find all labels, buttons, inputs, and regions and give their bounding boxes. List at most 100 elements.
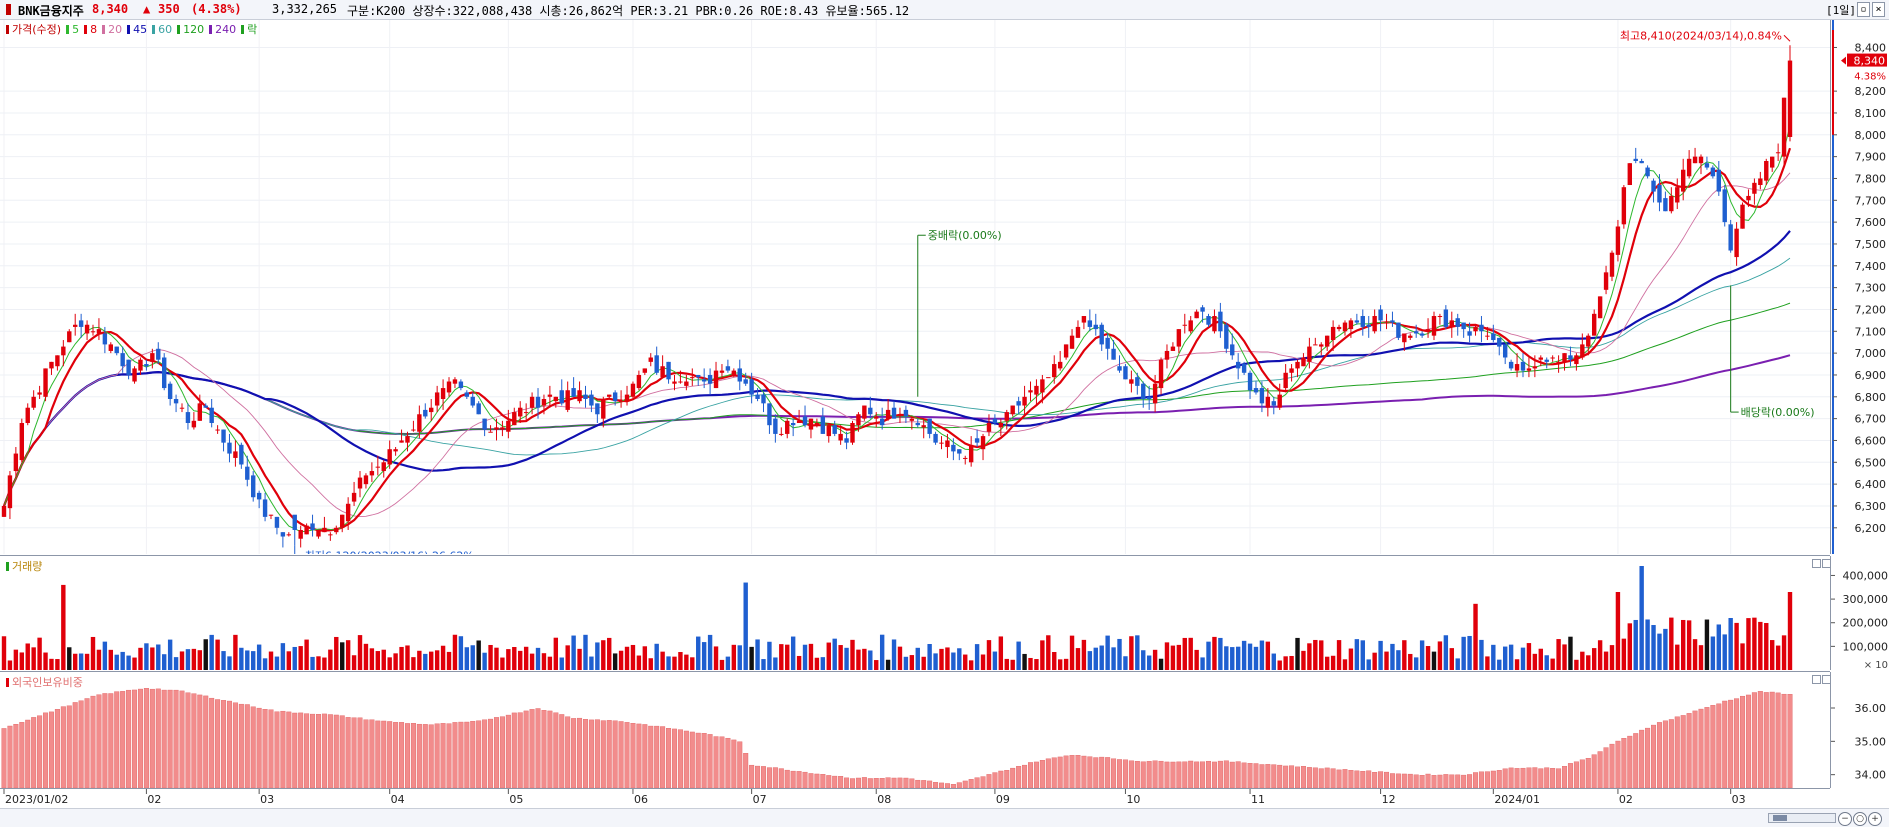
legend-item[interactable]: 가격(수정) <box>6 23 61 36</box>
chart-scrollbar[interactable] <box>1768 813 1836 823</box>
legend-marker <box>6 25 9 34</box>
zoom-in-icon[interactable]: + <box>1868 812 1882 826</box>
candle-body <box>1105 337 1110 349</box>
foreign-ownership-bar <box>1662 720 1668 788</box>
volume-bar <box>1123 656 1128 670</box>
volume-chart[interactable] <box>0 556 1830 670</box>
foreign-pane-buttons[interactable] <box>1811 674 1831 684</box>
volume-bar <box>351 655 357 670</box>
volume-bar <box>316 656 321 670</box>
legend-item[interactable]: 60 <box>152 23 172 36</box>
volume-bar <box>968 660 974 670</box>
last-price-pointer-icon <box>1841 56 1846 65</box>
volume-bar <box>268 651 274 670</box>
date-tick-label: 05 <box>509 793 523 806</box>
candle-body <box>1354 320 1360 323</box>
zoom-reset-icon[interactable]: ○ <box>1853 812 1867 826</box>
foreign-ownership-bar <box>221 700 227 788</box>
legend-item[interactable]: 120 <box>177 23 204 36</box>
pane-max-icon[interactable] <box>1812 559 1821 568</box>
foreign-ownership-bar <box>820 774 826 788</box>
zoom-out-icon[interactable]: − <box>1838 812 1852 826</box>
candle-body <box>1615 226 1621 255</box>
legend-item[interactable]: 45 <box>127 23 147 36</box>
stock-name[interactable]: BNK금융지주 <box>18 2 84 19</box>
candle-body <box>862 405 867 419</box>
legend-item[interactable]: 20 <box>102 23 122 36</box>
foreign-ownership-bar <box>1354 770 1360 788</box>
foreign-ownership-bar <box>72 702 78 788</box>
restore-icon[interactable]: ▫ <box>1857 2 1870 17</box>
foreign-ownership-bar <box>1413 774 1419 788</box>
volume-bar <box>162 654 167 670</box>
foreign-ownership-bar <box>1140 761 1146 788</box>
volume-bar <box>1562 644 1567 670</box>
candle-body <box>440 388 446 399</box>
foreign-axis-labels: 34.00 35.00 36.00 <box>1831 702 1886 782</box>
volume-bar <box>1716 624 1721 670</box>
candle-body <box>802 416 808 426</box>
period-selector[interactable]: [1일] <box>1826 2 1856 18</box>
foreign-ownership-bar <box>1176 761 1182 788</box>
foreign-pane[interactable]: 외국인보유비중 <box>0 672 1831 788</box>
volume-legend-marker <box>6 562 9 571</box>
volume-bar <box>1396 650 1401 670</box>
volume-unit-label: × 10 <box>1864 660 1888 670</box>
volume-bar <box>132 657 137 670</box>
legend-item[interactable]: 240 <box>209 23 236 36</box>
foreign-ownership-bar <box>488 718 494 788</box>
candle-body <box>1277 394 1282 408</box>
foreign-ownership-bar <box>921 780 927 788</box>
candle-body <box>1497 337 1502 347</box>
foreign-ownership-bar <box>1520 767 1526 788</box>
price-chart[interactable]: 최고8,410(2024/03/14),0.84% 최저6,120(2023/03… <box>0 20 1830 554</box>
volume-bar <box>13 649 19 670</box>
foreign-ownership-bar <box>1490 770 1496 788</box>
volume-bar <box>1277 660 1282 670</box>
foreign-ownership-bar <box>215 699 221 788</box>
legend-item[interactable]: 8 <box>84 23 97 36</box>
candle-body <box>565 390 570 410</box>
volume-bar <box>1319 640 1324 670</box>
volume-bar <box>494 647 499 670</box>
scroll-thumb[interactable] <box>1773 815 1787 821</box>
price-tick-label: 7,700 <box>1855 194 1887 207</box>
volume-value: 3,332,265 <box>272 2 338 16</box>
volume-pane-buttons[interactable] <box>1811 558 1831 568</box>
foreign-ownership-bar <box>1627 735 1633 788</box>
price-pane[interactable]: 최고8,410(2024/03/14),0.84% 최저6,120(2023/03… <box>0 20 1830 554</box>
legend-item[interactable]: 5 <box>66 23 79 36</box>
pane-max-icon[interactable] <box>1812 675 1821 684</box>
candle-body <box>1532 366 1538 369</box>
foreign-ownership-bar <box>1152 760 1158 788</box>
volume-bar <box>1384 651 1389 670</box>
foreign-ownership-bar <box>7 725 13 788</box>
close-icon[interactable]: × <box>1872 2 1885 17</box>
volume-tick-label: 100,000 <box>1843 640 1889 653</box>
foreign-ownership-chart[interactable] <box>0 672 1830 788</box>
volume-bar <box>1591 648 1597 670</box>
candle-body <box>553 396 559 402</box>
legend-item[interactable]: 락 <box>241 23 257 36</box>
volume-bar <box>470 645 475 670</box>
foreign-ownership-bar <box>238 703 244 788</box>
candle-body <box>1384 322 1389 324</box>
price-tick-label: 7,300 <box>1855 282 1887 295</box>
legend-marker <box>127 25 131 34</box>
volume-bar <box>1129 636 1134 670</box>
volume-pane[interactable]: 거래량 <box>0 556 1831 670</box>
foreign-ownership-bar <box>998 770 1004 788</box>
foreign-ownership-bar <box>873 778 879 788</box>
foreign-ownership-bar <box>209 697 215 788</box>
volume-bar <box>1580 651 1585 670</box>
foreign-ownership-bar <box>244 704 250 788</box>
legend-marker <box>209 25 213 34</box>
candle-body <box>785 420 790 434</box>
candle-body <box>630 383 636 397</box>
foreign-ownership-bar <box>446 723 452 788</box>
candle-body <box>1378 309 1383 321</box>
volume-bar <box>1372 652 1377 670</box>
volume-bar <box>90 636 96 670</box>
candle-body <box>25 407 30 423</box>
volume-bar <box>755 639 760 670</box>
